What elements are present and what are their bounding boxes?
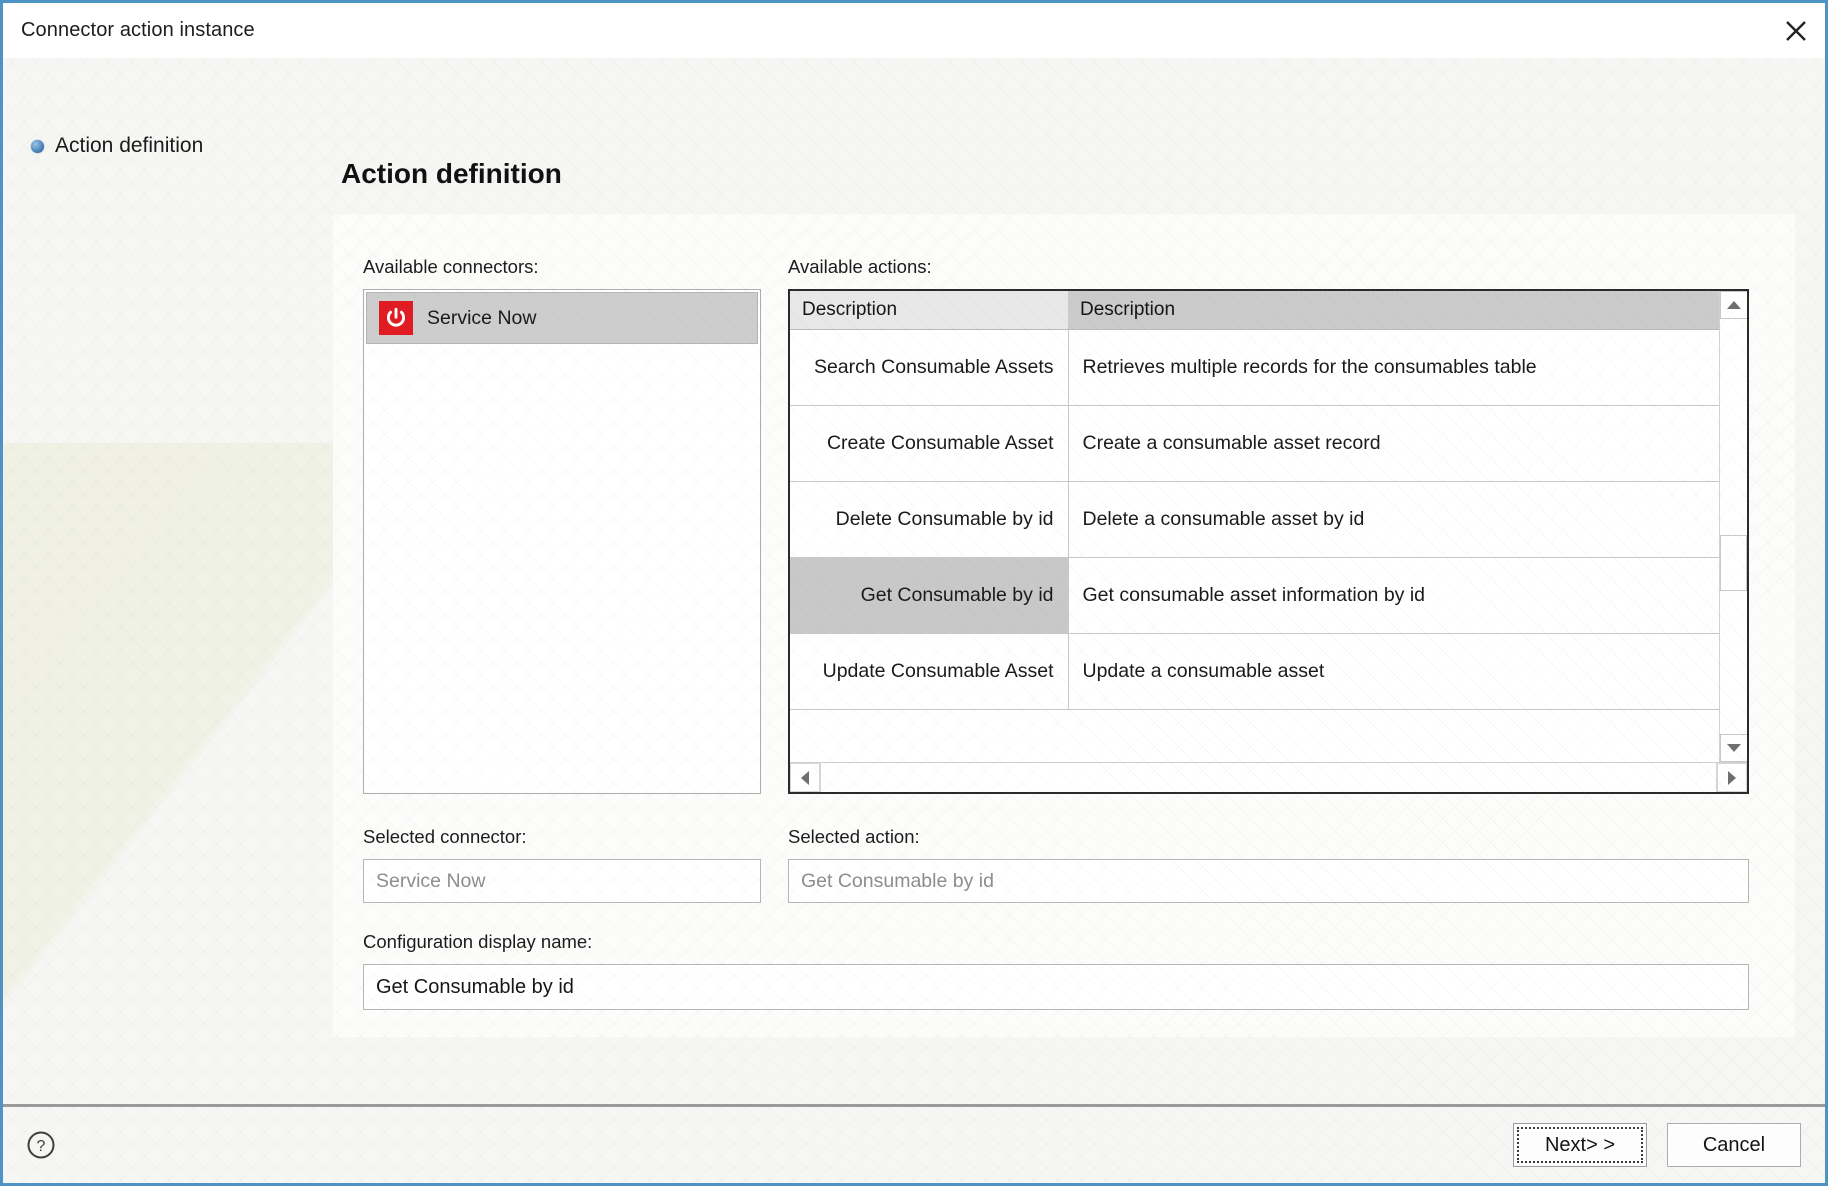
page-title: Action definition (341, 158, 562, 189)
action-description-cell[interactable]: Delete a consumable asset by id (1068, 481, 1719, 558)
table-region: Description Description Search Consumabl… (790, 291, 1747, 762)
connector-action-instance-dialog: Connector action instance Action definit… (0, 0, 1828, 1186)
connector-name-label: Service Now (427, 306, 537, 329)
sidebar-item-action-definition[interactable]: Action definition (3, 134, 333, 158)
table-scroll-area: Description Description Search Consumabl… (790, 291, 1719, 762)
table-row[interactable]: Update Consumable Asset Update a consumab… (790, 633, 1719, 710)
vertical-scrollbar[interactable] (1719, 291, 1747, 762)
available-actions-table-container: Description Description Search Consumabl… (788, 289, 1749, 794)
configuration-display-name-input[interactable]: Get Consumable by id (363, 964, 1749, 1010)
selected-action-group: Selected action: Get Consumable by id (788, 826, 1749, 903)
table-row[interactable]: Get Consumable by id Get consumable asset… (790, 557, 1719, 634)
horizontal-scrollbar[interactable] (790, 762, 1747, 792)
arrow-left-icon[interactable] (790, 763, 820, 792)
action-name-cell[interactable]: Create Consumable Asset (790, 405, 1069, 482)
dialog-footer: ? Next> > Cancel (3, 1104, 1825, 1183)
table-row[interactable]: Search Consumable Assets Retrieves multip… (790, 329, 1719, 406)
action-description-cell[interactable]: Update a consumable asset (1068, 633, 1719, 710)
available-connectors-group: Available connectors: Service Now (363, 256, 761, 794)
arrow-up-icon[interactable] (1720, 291, 1747, 319)
configuration-display-name-group: Configuration display name: Get Consumab… (363, 931, 1749, 1010)
close-icon[interactable] (1767, 3, 1825, 58)
available-actions-group: Available actions: Description Descripti… (788, 256, 1749, 794)
table-header-row: Description Description (790, 291, 1719, 330)
action-description-cell[interactable]: Retrieves multiple records for the consu… (1068, 329, 1719, 406)
main-content: Action definition Available connectors: (333, 58, 1825, 1104)
step-bullet-icon (31, 139, 44, 153)
selected-connector-field: Service Now (363, 859, 761, 903)
selected-connector-group: Selected connector: Service Now (363, 826, 761, 903)
horizontal-scroll-track[interactable] (820, 763, 1717, 792)
action-description-cell[interactable]: Create a consumable asset record (1068, 405, 1719, 482)
available-connectors-label: Available connectors: (363, 256, 539, 277)
selected-connector-label: Selected connector: (363, 826, 527, 847)
action-name-cell[interactable]: Update Consumable Asset (790, 633, 1069, 710)
action-name-cell[interactable]: Get Consumable by id (790, 557, 1069, 634)
table-row[interactable]: Delete Consumable by id Delete a consumab… (790, 481, 1719, 558)
selected-values-row: Selected connector: Service Now Selected… (363, 826, 1749, 903)
table-header: Description Description (790, 291, 1719, 330)
arrow-right-icon[interactable] (1717, 763, 1747, 792)
action-definition-panel: Available connectors: Service Now Availa… (333, 214, 1795, 1037)
vertical-scroll-thumb[interactable] (1720, 535, 1747, 591)
configuration-display-name-label: Configuration display name: (363, 931, 593, 952)
svg-text:?: ? (37, 1138, 46, 1155)
lists-row: Available connectors: Service Now Availa… (363, 256, 1749, 794)
power-icon (379, 301, 413, 335)
help-icon[interactable]: ? (15, 1119, 67, 1171)
table-body: Search Consumable Assets Retrieves multip… (790, 329, 1719, 710)
sidebar-item-label: Action definition (55, 134, 204, 157)
footer-buttons: Next> > Cancel (1513, 1123, 1801, 1167)
dialog-body: Action definition Action definition Avai… (3, 58, 1825, 1104)
selected-action-field: Get Consumable by id (788, 859, 1749, 903)
action-description-cell[interactable]: Get consumable asset information by id (1068, 557, 1719, 634)
available-connectors-list[interactable]: Service Now (363, 289, 761, 794)
connector-list-item-service-now[interactable]: Service Now (366, 292, 758, 344)
column-header-description[interactable]: Description (1068, 291, 1719, 330)
column-header-name[interactable]: Description (790, 291, 1068, 330)
next-button[interactable]: Next> > (1513, 1123, 1647, 1167)
table-row[interactable]: Create Consumable Asset Create a consumab… (790, 405, 1719, 482)
next-button-label: Next> > (1517, 1127, 1643, 1163)
wizard-steps-sidebar: Action definition (3, 58, 333, 1104)
available-actions-table: Description Description Search Consumabl… (790, 291, 1719, 710)
window-title: Connector action instance (21, 19, 255, 41)
action-name-cell[interactable]: Search Consumable Assets (790, 329, 1069, 406)
vertical-scroll-track[interactable] (1720, 319, 1747, 734)
available-actions-label: Available actions: (788, 256, 932, 277)
arrow-down-icon[interactable] (1720, 734, 1747, 762)
cancel-button[interactable]: Cancel (1667, 1123, 1801, 1167)
action-name-cell[interactable]: Delete Consumable by id (790, 481, 1069, 558)
title-bar: Connector action instance (3, 3, 1825, 58)
selected-action-label: Selected action: (788, 826, 920, 847)
